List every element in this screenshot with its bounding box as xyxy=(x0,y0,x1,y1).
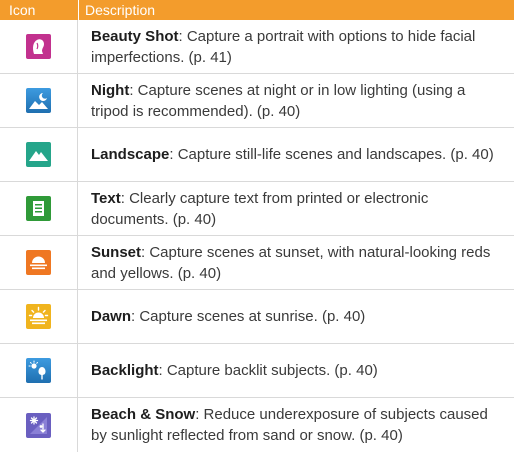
mode-name: Dawn xyxy=(91,308,132,325)
beauty-shot-icon xyxy=(26,34,51,59)
table-row: Night: Capture scenes at night or in low… xyxy=(0,74,514,128)
table-row: Sunset: Capture scenes at sunset, with n… xyxy=(0,236,514,290)
mode-name: Beach & Snow xyxy=(91,406,196,423)
description-cell: Beauty Shot: Capture a portrait with opt… xyxy=(78,20,514,73)
table-row: Dawn: Capture scenes at sunrise. (p. 40) xyxy=(0,290,514,344)
description-cell: Dawn: Capture scenes at sunrise. (p. 40) xyxy=(78,290,514,343)
mode-name: Backlight xyxy=(91,362,159,379)
icon-cell xyxy=(0,236,78,289)
scene-mode-table: Icon Description Beauty Shot: Capture a … xyxy=(0,0,514,452)
mode-description: : Capture scenes at night or in low ligh… xyxy=(91,81,466,120)
description-cell: Sunset: Capture scenes at sunset, with n… xyxy=(78,236,514,289)
table-row: Backlight: Capture backlit subjects. (p.… xyxy=(0,344,514,398)
text-icon xyxy=(26,196,51,221)
description-cell: Night: Capture scenes at night or in low… xyxy=(78,74,514,127)
landscape-icon xyxy=(26,142,51,167)
header-icon-column: Icon xyxy=(9,2,36,18)
icon-cell xyxy=(0,182,78,235)
dawn-icon xyxy=(26,304,51,329)
description-cell: Text: Clearly capture text from printed … xyxy=(78,182,514,235)
description-cell: Backlight: Capture backlit subjects. (p.… xyxy=(78,344,514,397)
mode-name: Night xyxy=(91,81,130,99)
icon-cell xyxy=(0,398,78,452)
mode-description: : Capture scenes at sunset, with natural… xyxy=(91,243,491,282)
description-cell: Landscape: Capture still-life scenes and… xyxy=(78,128,514,181)
table-row: Landscape: Capture still-life scenes and… xyxy=(0,128,514,182)
description-cell: Beach & Snow: Reduce underexposure of su… xyxy=(78,398,514,452)
night-icon xyxy=(26,88,51,113)
icon-cell xyxy=(0,128,78,181)
mode-name: Beauty Shot xyxy=(91,27,179,45)
sunset-icon xyxy=(26,250,51,275)
table-row: Beauty Shot: Capture a portrait with opt… xyxy=(0,20,514,74)
table-header: Icon Description xyxy=(0,0,514,20)
icon-cell xyxy=(0,74,78,127)
mode-name: Text xyxy=(91,189,121,207)
mode-description: : Clearly capture text from printed or e… xyxy=(91,189,429,228)
beach-snow-icon xyxy=(26,412,51,438)
mode-name: Landscape xyxy=(91,146,170,163)
mode-name: Sunset xyxy=(91,243,142,261)
backlight-icon xyxy=(26,358,51,383)
header-description-column: Description xyxy=(78,0,514,20)
table-row: Text: Clearly capture text from printed … xyxy=(0,182,514,236)
icon-cell xyxy=(0,344,78,397)
mode-description: : Capture scenes at sunrise. (p. 40) xyxy=(131,308,366,325)
table-row: Beach & Snow: Reduce underexposure of su… xyxy=(0,398,514,452)
icon-cell xyxy=(0,20,78,73)
mode-description: : Capture still-life scenes and landscap… xyxy=(169,146,494,163)
mode-description: : Capture backlit subjects. (p. 40) xyxy=(158,362,378,379)
icon-cell xyxy=(0,290,78,343)
